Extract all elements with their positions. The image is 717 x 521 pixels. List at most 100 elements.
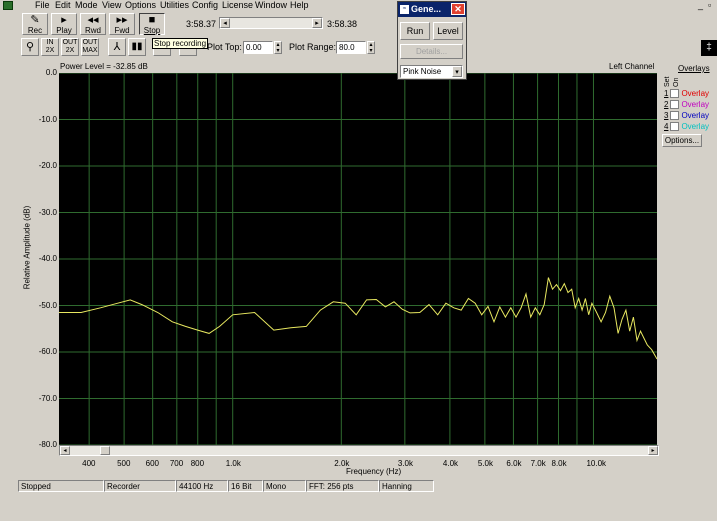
zoom-in-2x-button[interactable]: IN 2X	[41, 38, 59, 56]
scroll-right-icon[interactable]: ▸	[312, 18, 322, 28]
overlay-label: Overlay	[681, 100, 710, 109]
overlay-number[interactable]: 2	[664, 100, 668, 109]
time-right: 3:58.38	[327, 19, 358, 29]
overlay-row: 2 Overlay	[664, 99, 709, 110]
y-tick-label: -50.0	[38, 300, 57, 310]
menu-bar: File Edit Mode View Options Utilities Co…	[0, 0, 717, 12]
frequency-scrollbar[interactable]: ◂ ▸	[59, 445, 659, 456]
level-meter-icon[interactable]: ‡	[701, 40, 717, 56]
scroll-left-icon[interactable]: ◂	[60, 446, 70, 455]
x-tick-label: 7.0k	[530, 459, 546, 468]
overlay-number[interactable]: 4	[664, 122, 668, 131]
x-tick-label: 5.0k	[477, 459, 493, 468]
fwd-label: Fwd	[114, 26, 130, 35]
rec-button[interactable]: ✎ Rec	[22, 13, 48, 35]
zoom-out-max-icon: OUT MAX	[82, 39, 98, 54]
x-tick-label: 800	[190, 459, 205, 468]
plot-top-input[interactable]	[243, 41, 273, 54]
y-tick-label: 0.0	[45, 68, 57, 77]
x-tick-label: 6.0k	[506, 459, 522, 468]
menu-window[interactable]: Window	[255, 0, 287, 11]
restore-icon[interactable]: ▫	[708, 0, 711, 10]
spectrum-plot[interactable]	[58, 72, 658, 446]
x-tick-label: 700	[169, 459, 184, 468]
level-button[interactable]: Level	[433, 22, 463, 40]
x-tick-label: 1.0k	[225, 459, 241, 468]
menu-config[interactable]: Config	[192, 0, 218, 11]
status-rate: 44100 Hz	[176, 480, 228, 492]
forward-button[interactable]: ▸▸ Fwd	[109, 13, 135, 35]
overlay-checkbox[interactable]	[670, 100, 680, 110]
y-tick-label: -40.0	[38, 254, 57, 263]
y-tick-label: -30.0	[38, 207, 57, 217]
play-label: Play	[56, 26, 72, 35]
scroll-thumb[interactable]	[100, 446, 110, 455]
plot-top-spinner[interactable]: ▴ ▾	[274, 41, 282, 54]
line-plot-icon: ⅄	[113, 41, 121, 53]
overlay-row: 1 Overlay	[664, 88, 709, 99]
y-tick-label: -20.0	[38, 161, 57, 170]
line-plot-button[interactable]: ⅄	[108, 38, 126, 56]
overlay-row: 3 Overlay	[664, 110, 709, 121]
bar-plot-button[interactable]: ▮▮	[128, 38, 146, 56]
position-scrollbar[interactable]: ◂ ▸	[219, 17, 323, 29]
app-icon[interactable]	[3, 1, 13, 10]
status-state: Stopped	[18, 480, 104, 492]
plot-range-label: Plot Range:	[289, 42, 337, 52]
transport-toolbar: ✎ Rec ▸ Play ◂◂ Rwd ▸▸ Fwd ■ Stop 3:58.37 ◂ ▸…	[0, 12, 717, 36]
details-button[interactable]: Details...	[400, 44, 463, 59]
stop-button[interactable]: ■ Stop	[139, 13, 165, 35]
generator-dialog: ≈ Gene... ✕ Run Level Details... Pink No…	[397, 1, 467, 80]
close-icon[interactable]: ✕	[451, 3, 465, 15]
chevron-down-icon[interactable]: ▾	[452, 66, 462, 77]
power-level: Power Level = -32.85 dB	[60, 62, 148, 71]
x-tick-label: 10.0k	[586, 459, 607, 468]
menu-file[interactable]: File	[35, 0, 50, 11]
x-tick-label: 4.0k	[442, 459, 459, 468]
magnifier-icon: ⚲	[25, 41, 35, 53]
menu-utilities[interactable]: Utilities	[160, 0, 189, 11]
scroll-left-icon[interactable]: ◂	[220, 18, 230, 28]
bar-plot-icon: ▮▮	[131, 41, 143, 52]
options-button[interactable]: Options...	[662, 134, 702, 147]
menu-help[interactable]: Help	[290, 0, 309, 11]
status-fft: FFT: 256 pts	[306, 480, 379, 492]
signal-select[interactable]: Pink Noise ▾	[400, 65, 463, 78]
play-button[interactable]: ▸ Play	[51, 13, 77, 35]
overlay-checkbox[interactable]	[670, 122, 680, 132]
rewind-button[interactable]: ◂◂ Rwd	[80, 13, 106, 35]
overlay-label: Overlay	[681, 122, 710, 131]
overlay-number[interactable]: 3	[664, 111, 668, 120]
plot-range-spinner[interactable]: ▴ ▾	[367, 41, 375, 54]
status-bits: 16 Bit	[228, 480, 263, 492]
y-tick-label: -80.0	[38, 440, 57, 449]
menu-options[interactable]: Options	[125, 0, 156, 11]
zoom-out-2x-icon: OUT 2X	[62, 39, 78, 54]
overlay-checkbox[interactable]	[670, 89, 680, 99]
overlay-checkbox[interactable]	[670, 111, 680, 121]
x-tick-label: 600	[145, 459, 160, 468]
overlay-label: Overlay	[681, 89, 710, 98]
on-column-header: On	[673, 77, 680, 87]
scroll-right-icon[interactable]: ▸	[648, 446, 658, 455]
run-button[interactable]: Run	[400, 22, 430, 40]
minimize-icon[interactable]: _	[698, 0, 703, 10]
stop-recording-tooltip: Stop recording	[152, 38, 209, 49]
status-mode: Recorder	[104, 480, 176, 492]
plot-range-input[interactable]	[336, 41, 366, 54]
zoom-button[interactable]: ⚲	[21, 38, 39, 56]
menu-view[interactable]: View	[102, 0, 121, 11]
menu-license[interactable]: License	[222, 0, 253, 11]
generator-titlebar[interactable]: ≈ Gene... ✕	[398, 2, 466, 17]
x-tick-label: 400	[82, 459, 96, 468]
y-tick-label: -70.0	[38, 393, 57, 403]
zoom-out-max-button[interactable]: OUT MAX	[81, 38, 99, 56]
overlay-number[interactable]: 1	[664, 89, 668, 98]
menu-mode[interactable]: Mode	[75, 0, 98, 11]
rwd-label: Rwd	[84, 26, 101, 35]
rec-label: Rec	[27, 26, 43, 35]
menu-edit[interactable]: Edit	[55, 0, 71, 11]
view-toolbar: ⚲ IN 2X OUT 2X OUT MAX ⅄ ▮▮ Stop recording …	[0, 37, 717, 59]
status-window: Hanning	[379, 480, 434, 492]
zoom-out-2x-button[interactable]: OUT 2X	[61, 38, 79, 56]
